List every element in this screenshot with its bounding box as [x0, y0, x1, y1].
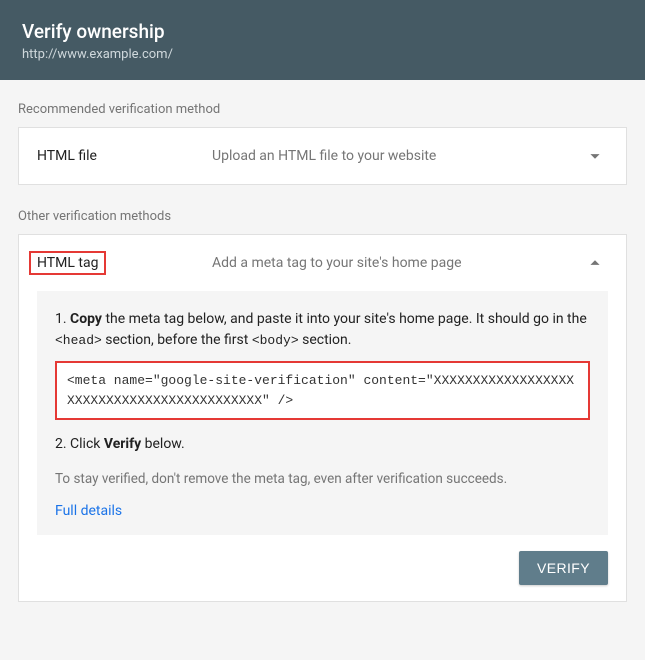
recommended-card: HTML file Upload an HTML file to your we…	[18, 127, 627, 185]
meta-tag-code[interactable]: <meta name="google-site-verification" co…	[55, 361, 590, 420]
method-title: HTML tag	[37, 255, 212, 271]
card-footer: VERIFY	[19, 551, 626, 601]
other-section-label: Other verification methods	[18, 209, 627, 224]
page-header: Verify ownership http://www.example.com/	[0, 0, 645, 80]
page-title: Verify ownership	[22, 20, 623, 43]
html-tag-method-body: 1. Copy the meta tag below, and paste it…	[37, 291, 608, 535]
html-tag-method-row[interactable]: HTML tag Add a meta tag to your site's h…	[19, 235, 626, 291]
chevron-down-icon	[584, 145, 606, 167]
page-content: Recommended verification method HTML fil…	[0, 80, 645, 602]
method-desc: Upload an HTML file to your website	[212, 148, 584, 164]
verify-button[interactable]: VERIFY	[519, 551, 608, 585]
recommended-section-label: Recommended verification method	[18, 102, 627, 117]
other-methods-card: HTML tag Add a meta tag to your site's h…	[18, 234, 627, 602]
method-desc: Add a meta tag to your site's home page	[212, 255, 584, 271]
site-url: http://www.example.com/	[22, 47, 623, 62]
caveat-text: To stay verified, don't remove the meta …	[55, 469, 590, 489]
chevron-up-icon	[584, 252, 606, 274]
full-details-link[interactable]: Full details	[55, 503, 590, 519]
step-2-text: 2. Click Verify below.	[55, 434, 590, 455]
step-1-text: 1. Copy the meta tag below, and paste it…	[55, 309, 590, 351]
html-file-method-row[interactable]: HTML file Upload an HTML file to your we…	[19, 128, 626, 184]
method-title: HTML file	[37, 148, 212, 164]
highlight-box: HTML tag	[29, 251, 106, 275]
